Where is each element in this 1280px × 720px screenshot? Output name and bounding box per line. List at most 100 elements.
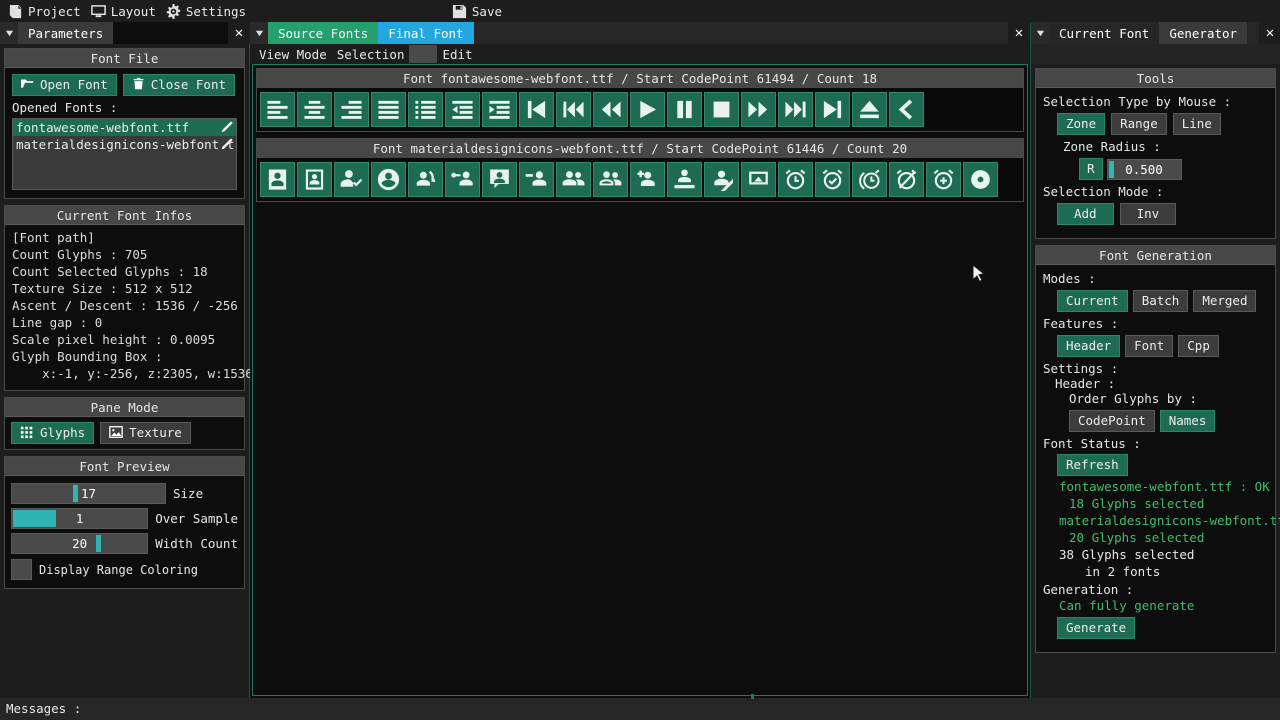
info-line: Count Selected Glyphs : 18: [12, 263, 237, 280]
alarm-off-icon[interactable]: [889, 162, 924, 197]
account-multiple-plus-icon[interactable]: [630, 162, 665, 197]
width-count-slider[interactable]: 20: [11, 533, 148, 554]
status-bar-tick: [751, 694, 754, 699]
selection-mode-inv-button[interactable]: Inv: [1120, 203, 1177, 225]
generate-button[interactable]: Generate: [1057, 617, 1135, 639]
account-off-icon[interactable]: [704, 162, 739, 197]
align-left-icon[interactable]: [260, 92, 295, 127]
outdent-icon[interactable]: [445, 92, 480, 127]
floppy-disk-icon: [452, 4, 467, 19]
over-sample-slider[interactable]: 1: [11, 508, 148, 529]
menu-edit[interactable]: Edit: [437, 47, 477, 62]
list-item[interactable]: fontawesome-webfont.ttf: [13, 119, 236, 136]
alarm-check-icon[interactable]: [815, 162, 850, 197]
step-backward-icon[interactable]: [519, 92, 554, 127]
pencil-icon[interactable]: [220, 137, 234, 151]
forward-icon[interactable]: [741, 92, 776, 127]
slider-handle[interactable]: [73, 485, 78, 502]
stop-icon[interactable]: [704, 92, 739, 127]
feature-cpp-button[interactable]: Cpp: [1178, 335, 1219, 357]
account-key-icon[interactable]: [445, 162, 480, 197]
feature-header-button[interactable]: Header: [1057, 335, 1120, 357]
fast-backward-icon[interactable]: [556, 92, 591, 127]
backward-icon[interactable]: [593, 92, 628, 127]
account-circle-icon[interactable]: [371, 162, 406, 197]
account-check-icon[interactable]: [334, 162, 369, 197]
right-dock-spacer: [1247, 22, 1259, 44]
close-icon[interactable]: ✕: [228, 22, 250, 44]
pencil-icon[interactable]: [220, 120, 234, 134]
eject-icon[interactable]: [852, 92, 887, 127]
view-menu-bar: View Mode Selection Edit: [250, 44, 1030, 64]
step-forward-icon[interactable]: [815, 92, 850, 127]
order-names-button[interactable]: Names: [1160, 410, 1216, 432]
align-justify-icon[interactable]: [371, 92, 406, 127]
order-codepoint-button[interactable]: CodePoint: [1069, 410, 1155, 432]
pane-mode-glyphs-button[interactable]: Glyphs: [11, 422, 94, 444]
mode-merged-button[interactable]: Merged: [1193, 290, 1256, 312]
list-icon[interactable]: [408, 92, 443, 127]
size-slider[interactable]: 17: [11, 483, 166, 504]
alarm-multiple-icon[interactable]: [852, 162, 887, 197]
align-right-icon[interactable]: [334, 92, 369, 127]
chevron-down-icon[interactable]: [0, 22, 18, 44]
chevron-down-icon[interactable]: [1031, 22, 1049, 44]
close-icon[interactable]: ✕: [1008, 22, 1030, 44]
zone-radius-reset-button[interactable]: R: [1079, 158, 1103, 180]
menu-selection[interactable]: Selection: [332, 47, 410, 62]
open-font-button[interactable]: Open Font: [12, 74, 117, 96]
account-card-icon[interactable]: [482, 162, 517, 197]
close-font-button[interactable]: Close Font: [123, 74, 235, 96]
tab-current-font[interactable]: Current Font: [1049, 22, 1159, 44]
refresh-button[interactable]: Refresh: [1057, 454, 1128, 476]
menu-save[interactable]: Save: [450, 2, 510, 21]
menu-settings[interactable]: Settings: [164, 2, 254, 21]
account-box-icon[interactable]: [260, 162, 295, 197]
chevron-left-icon[interactable]: [889, 92, 924, 127]
fast-forward-icon[interactable]: [778, 92, 813, 127]
zone-radius-slider[interactable]: 0.500: [1107, 159, 1182, 180]
mode-current-button[interactable]: Current: [1057, 290, 1128, 312]
zone-radius-label: Zone Radius :: [1043, 139, 1268, 154]
list-item[interactable]: materialdesignicons-webfont.t: [13, 136, 236, 153]
tab-source-fonts[interactable]: Source Fonts: [268, 22, 378, 44]
selection-type-line-button[interactable]: Line: [1173, 113, 1221, 135]
menu-view-mode[interactable]: View Mode: [254, 47, 332, 62]
account-minus-icon[interactable]: [519, 162, 554, 197]
album-icon[interactable]: [963, 162, 998, 197]
menu-layout[interactable]: Layout: [89, 2, 164, 21]
close-font-label: Close Font: [151, 79, 226, 92]
slider-handle[interactable]: [96, 535, 101, 552]
chevron-down-icon[interactable]: [250, 22, 268, 44]
mode-batch-button[interactable]: Batch: [1133, 290, 1189, 312]
account-convert-icon[interactable]: [408, 162, 443, 197]
indent-icon[interactable]: [482, 92, 517, 127]
play-icon[interactable]: [630, 92, 665, 127]
pane-mode-texture-button[interactable]: Texture: [100, 422, 191, 444]
account-box-outline-icon[interactable]: [297, 162, 332, 197]
glyph-stage: Font fontawesome-webfont.ttf / Start Cod…: [252, 64, 1028, 696]
align-center-icon[interactable]: [297, 92, 332, 127]
selection-type-zone-button[interactable]: Zone: [1057, 113, 1105, 135]
opened-fonts-list[interactable]: fontawesome-webfont.ttf materialdesignic…: [12, 118, 237, 190]
tab-final-font[interactable]: Final Font: [378, 22, 473, 44]
selection-mode-add-button[interactable]: Add: [1057, 203, 1114, 225]
close-icon[interactable]: ✕: [1259, 22, 1280, 44]
alarm-plus-icon[interactable]: [926, 162, 961, 197]
slider-fill[interactable]: [13, 510, 56, 527]
left-dock-spacer: [113, 22, 228, 44]
feature-font-button[interactable]: Font: [1125, 335, 1173, 357]
tab-parameters[interactable]: Parameters: [18, 22, 113, 44]
account-multiple-outline-icon[interactable]: [593, 162, 628, 197]
account-cast-icon[interactable]: [741, 162, 776, 197]
display-range-coloring-checkbox[interactable]: [11, 559, 32, 580]
account-network-icon[interactable]: [667, 162, 702, 197]
alarm-icon[interactable]: [778, 162, 813, 197]
account-multiple-icon[interactable]: [556, 162, 591, 197]
tab-generator[interactable]: Generator: [1159, 22, 1247, 44]
selection-type-range-button[interactable]: Range: [1111, 113, 1167, 135]
pause-icon[interactable]: [667, 92, 702, 127]
slider-handle[interactable]: [1109, 161, 1114, 178]
features-label: Features :: [1043, 316, 1268, 331]
menu-project[interactable]: Project: [6, 2, 89, 21]
